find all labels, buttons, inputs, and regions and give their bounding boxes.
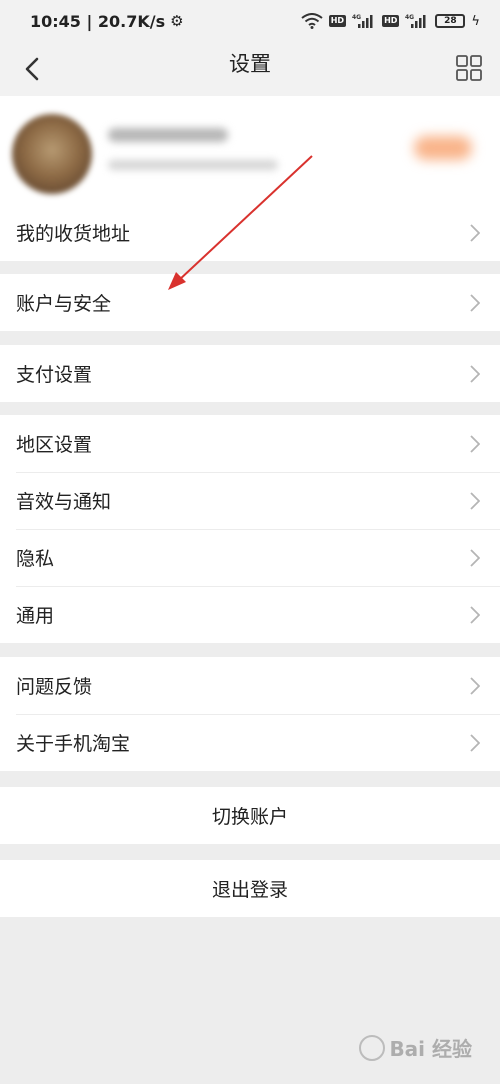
settings-group-address: 我的收货地址 — [0, 204, 500, 261]
row-label: 我的收货地址 — [16, 223, 131, 245]
row-label: 关于手机淘宝 — [16, 733, 131, 755]
chevron-right-icon — [470, 676, 480, 695]
row-about[interactable]: 关于手机淘宝 — [0, 714, 500, 771]
blurred-badge — [414, 136, 472, 160]
settings-group-payment: 支付设置 — [0, 345, 500, 402]
watermark-text: Bai 经验 — [389, 1037, 472, 1061]
switch-account-button[interactable]: 切换账户 — [0, 787, 500, 844]
battery-level: 28 — [444, 16, 457, 26]
blurred-username — [108, 128, 228, 142]
row-region-settings[interactable]: 地区设置 — [0, 415, 500, 472]
chevron-right-icon — [470, 733, 480, 752]
settings-group-general: 地区设置 音效与通知 隐私 通用 — [0, 415, 500, 643]
grid-menu-button[interactable] — [452, 52, 486, 84]
status-time-speed: 10:45 | 20.7K/s — [30, 11, 166, 31]
svg-text:4G: 4G — [405, 14, 414, 21]
row-label: 支付设置 — [16, 364, 93, 386]
row-label: 隐私 — [16, 548, 55, 570]
svg-text:4G: 4G — [352, 14, 361, 21]
row-label: 地区设置 — [16, 434, 93, 456]
signal-icon-2: 4G — [405, 14, 426, 28]
row-general[interactable]: 通用 — [0, 586, 500, 643]
logout-button[interactable]: 退出登录 — [0, 860, 500, 917]
status-left: 10:45 | 20.7K/s ⚙ — [30, 12, 184, 31]
row-privacy[interactable]: 隐私 — [0, 529, 500, 586]
chevron-right-icon — [470, 605, 480, 624]
row-shipping-address[interactable]: 我的收货地址 — [0, 204, 500, 261]
chevron-right-icon — [470, 364, 480, 383]
profile-card[interactable] — [0, 96, 500, 204]
chevron-right-icon — [470, 434, 480, 453]
chevron-right-icon — [470, 491, 480, 510]
charging-icon: ϟ — [471, 13, 480, 29]
chevron-right-icon — [470, 223, 480, 242]
chevron-right-icon — [470, 293, 480, 312]
page-title: 设置 — [229, 52, 271, 76]
chevron-right-icon — [470, 548, 480, 567]
settings-group-help: 问题反馈 关于手机淘宝 — [0, 657, 500, 771]
grid-icon — [456, 55, 482, 81]
row-feedback[interactable]: 问题反馈 — [0, 657, 500, 714]
row-payment-settings[interactable]: 支付设置 — [0, 345, 500, 402]
chevron-left-icon — [25, 57, 39, 81]
signal-icon-1: 4G — [352, 14, 373, 28]
row-account-security[interactable]: 账户与安全 — [0, 274, 500, 331]
paw-logo-icon — [359, 1034, 386, 1061]
settings-gear-icon: ⚙ — [170, 12, 184, 30]
back-button[interactable] — [14, 50, 50, 88]
wifi-icon — [301, 13, 323, 29]
avatar — [12, 114, 92, 194]
hd-badge-1: HD — [328, 15, 347, 27]
row-label: 账户与安全 — [16, 293, 112, 315]
battery-icon: 28 — [435, 14, 466, 28]
row-label: 通用 — [16, 605, 55, 627]
nav-bar: 设置 — [0, 42, 500, 96]
hd-badge-2: HD — [382, 15, 400, 27]
settings-group-account: 账户与安全 — [0, 274, 500, 331]
row-label: 音效与通知 — [16, 491, 112, 513]
status-right: HD 4G HD 4G 28 ϟ — [301, 13, 480, 29]
blurred-subtitle — [108, 160, 278, 170]
status-bar: 10:45 | 20.7K/s ⚙ HD 4G HD 4G 28 ϟ — [0, 0, 500, 42]
row-label: 问题反馈 — [16, 676, 93, 698]
baidu-watermark: Bai 经验 — [359, 1033, 472, 1062]
row-sound-notifications[interactable]: 音效与通知 — [0, 472, 500, 529]
